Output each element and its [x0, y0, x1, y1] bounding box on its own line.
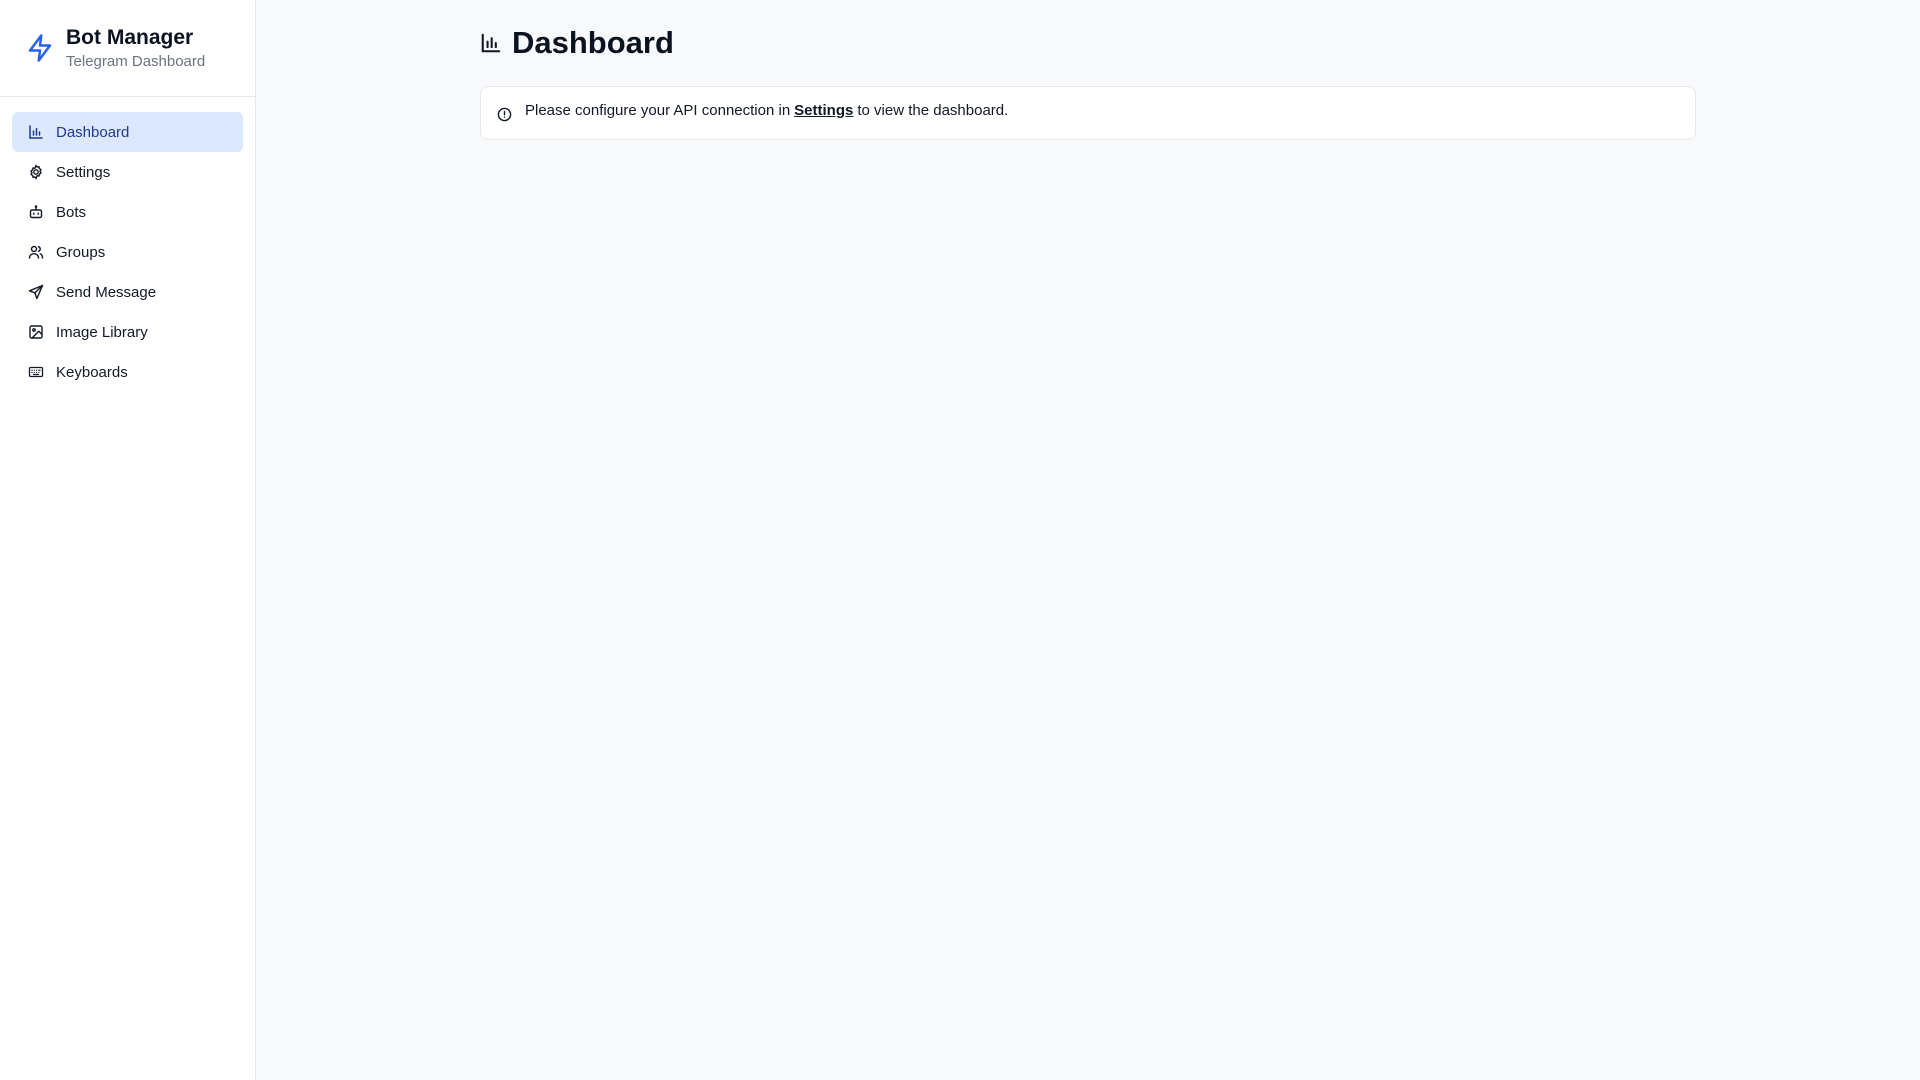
send-icon [28, 284, 44, 300]
brand-text: Bot Manager Telegram Dashboard [66, 25, 205, 72]
keyboard-icon [28, 364, 44, 380]
sidebar-item-settings[interactable]: Settings [12, 152, 243, 192]
sidebar-item-label: Send Message [56, 283, 157, 301]
sidebar-item-label: Settings [56, 163, 111, 181]
users-icon [28, 244, 44, 260]
page-title: Dashboard [512, 25, 674, 60]
sidebar-item-send-message[interactable]: Send Message [12, 272, 243, 312]
sidebar-item-dashboard[interactable]: Dashboard [12, 112, 243, 152]
main-area: Dashboard Please configure your API conn… [256, 0, 1920, 1080]
image-icon [28, 324, 44, 340]
sidebar: Bot Manager Telegram Dashboard Dashboard [0, 0, 256, 1080]
sidebar-nav: Dashboard Settings Bots Groups Send Mess… [0, 97, 255, 407]
gear-icon [28, 164, 44, 180]
settings-link[interactable]: Settings [794, 102, 853, 119]
sidebar-item-keyboards[interactable]: Keyboards [12, 352, 243, 392]
brand-title: Bot Manager [66, 25, 194, 49]
page-header: Dashboard [480, 24, 1696, 62]
main-content: Dashboard Please configure your API conn… [480, 0, 1696, 140]
bar-chart-icon [480, 32, 502, 54]
sidebar-item-label: Bots [56, 203, 87, 221]
sidebar-item-image-library[interactable]: Image Library [12, 312, 243, 352]
config-alert: Please configure your API connection in … [480, 86, 1696, 140]
app-root: Bot Manager Telegram Dashboard Dashboard [0, 0, 1920, 1080]
bot-icon [28, 204, 44, 220]
sidebar-item-label: Groups [56, 243, 106, 261]
sidebar-item-groups[interactable]: Groups [12, 232, 243, 272]
brand-subtitle: Telegram Dashboard [66, 52, 206, 70]
brand: Bot Manager Telegram Dashboard [0, 0, 255, 97]
alert-text-after: to view the dashboard. [857, 101, 1009, 119]
lightning-bolt-icon [24, 32, 56, 64]
sidebar-item-label: Keyboards [56, 363, 128, 381]
sidebar-item-bots[interactable]: Bots [12, 192, 243, 232]
alert-text-before: Please configure your API connection in [525, 101, 791, 119]
bar-chart-icon [28, 124, 44, 140]
sidebar-item-label: Image Library [56, 323, 148, 341]
alert-message: Please configure your API connection in … [525, 102, 1008, 119]
info-circle-icon [497, 106, 513, 122]
sidebar-item-label: Dashboard [56, 123, 130, 141]
